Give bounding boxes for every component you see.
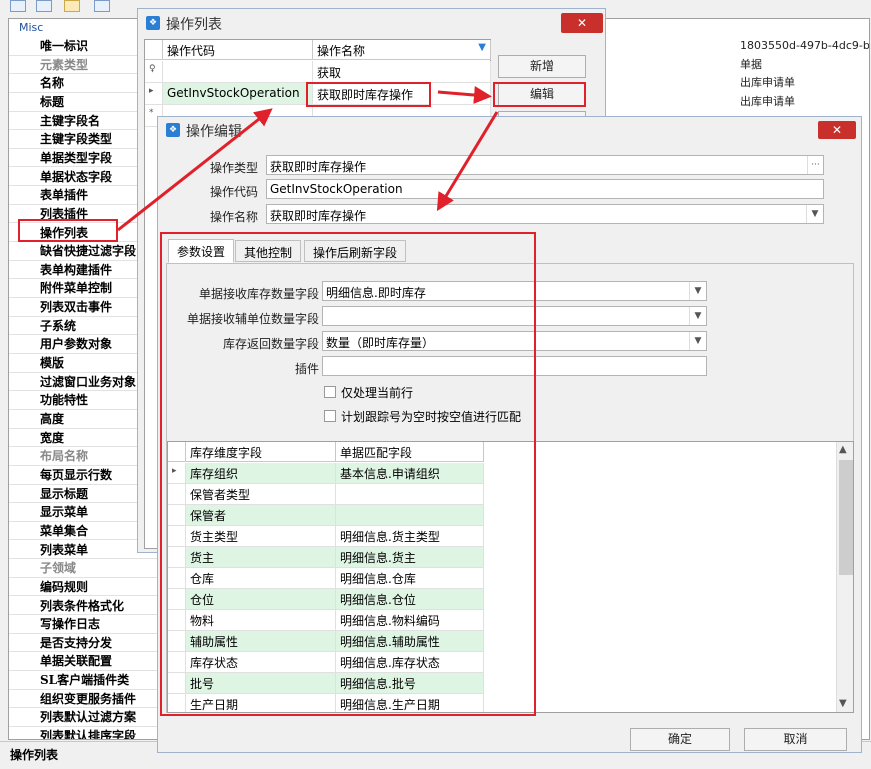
arrow-prop-to-row [117, 108, 273, 232]
arrow-edit-to-dialog [436, 111, 499, 212]
annotation-arrows [117, 86, 499, 232]
arrow-row-to-edit [437, 86, 492, 104]
